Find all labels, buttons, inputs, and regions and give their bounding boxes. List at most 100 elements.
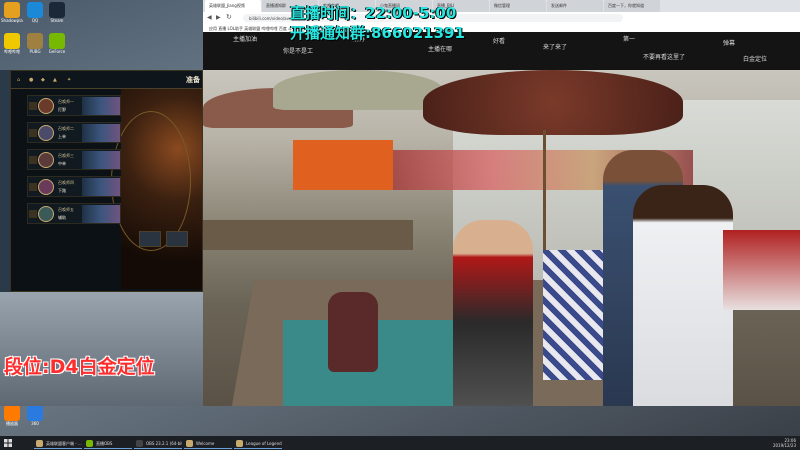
danmu-comment: 不要再看这里了 — [643, 54, 686, 61]
taskbar-item[interactable]: 直播OBS — [84, 437, 132, 449]
app-icon — [49, 2, 65, 18]
taskbar-item[interactable]: Welcome — [184, 437, 232, 449]
orange-hut — [293, 140, 393, 190]
champion-banner — [82, 97, 120, 115]
champion-banner — [82, 205, 120, 223]
forward-icon[interactable]: ▶ — [216, 14, 221, 21]
desktop-shortcut[interactable]: PUBG — [24, 33, 46, 54]
video-player[interactable] — [203, 70, 800, 406]
desktop-shortcut[interactable]: Steam — [46, 2, 68, 23]
home-icon[interactable]: ⌂ — [17, 77, 23, 83]
summoner-avatar — [38, 125, 54, 141]
windows-start-icon[interactable] — [4, 439, 12, 447]
summoner-position: 下路 — [58, 188, 66, 193]
profile-icon[interactable]: ● — [29, 77, 35, 83]
browser-tab[interactable]: 英雄联盟_Jiang视频 — [205, 0, 261, 12]
client-topbar: ⌂ ● ◆ ▲ ✦ 准备 — [11, 71, 202, 89]
summoner-slot[interactable]: 召唤师四 下路 — [27, 176, 121, 197]
taskbar-app-icon — [236, 440, 243, 447]
app-icon — [4, 2, 20, 18]
striped-cloth — [543, 250, 603, 380]
person-red-jacket — [453, 220, 533, 406]
summoner-avatar — [38, 152, 54, 168]
desktop-shortcut[interactable]: QQ — [24, 2, 46, 23]
summoner-slot[interactable]: 召唤师五 辅助 — [27, 203, 121, 224]
browser-tab[interactable]: 百度一下，你就知道 — [604, 0, 660, 12]
back-icon[interactable]: ◀ — [207, 14, 212, 21]
browser-tab[interactable]: 微信管理 — [490, 0, 546, 12]
app-icon — [27, 33, 43, 49]
danmu-comment: 白金定位 — [743, 56, 768, 63]
summoner-avatar — [38, 206, 54, 222]
taskbar-item-label: 直播OBS — [96, 441, 113, 446]
rank-overlay: 段位:D4白金定位 — [4, 356, 155, 378]
app-icon — [49, 33, 65, 49]
taskbar-item-label: OBS 23.2.1 (64-bit) — [146, 441, 182, 446]
role-icon — [29, 210, 37, 218]
summoner-avatar — [38, 98, 54, 114]
shortcut-label: 哔哩哔哩 — [4, 49, 20, 54]
system-clock[interactable]: 23:06 2019/12/23 — [773, 438, 796, 448]
shop-icon[interactable]: ✦ — [67, 77, 73, 83]
right-boats — [723, 230, 800, 310]
summoner-avatar — [38, 179, 54, 195]
taskbar-item-label: 英雄联盟客户端 - ... — [46, 441, 82, 446]
app-icon — [4, 33, 20, 49]
danmu-comment: 主播加油 — [233, 36, 258, 43]
summoner-slot[interactable]: 召唤师一 打野 — [27, 95, 121, 116]
summoner-position: 中单 — [58, 161, 66, 166]
danmu-comment: 你是不是工 — [283, 48, 314, 55]
summoner-name: 召唤师二 — [58, 126, 74, 131]
stream-time-overlay: 直播时间：22:00-5:00 — [290, 4, 457, 22]
danmu-comment: 弹幕 — [723, 40, 736, 47]
lobby-ring — [111, 111, 191, 251]
app-icon — [27, 405, 43, 421]
taskbar-app-icon — [86, 440, 93, 447]
desktop-shortcut[interactable]: GeForce — [46, 33, 68, 54]
summoner-name: 召唤师一 — [58, 99, 74, 104]
collection-icon[interactable]: ◆ — [41, 77, 47, 83]
desktop-shortcut[interactable]: Shadowplay — [1, 2, 23, 23]
skin-tile[interactable] — [166, 231, 188, 247]
desktop-shortcut[interactable]: 哔哩哔哩 — [1, 33, 23, 54]
stream-overlay-panel — [0, 292, 203, 406]
taskbar: 英雄联盟客户端 - ... 直播OBS OBS 23.2.1 (64-bit) Wel… — [0, 436, 800, 450]
desktop-strip — [0, 70, 10, 292]
app-icon — [4, 405, 20, 421]
loot-icon[interactable]: ▲ — [53, 77, 59, 83]
summoner-position: 辅助 — [58, 215, 66, 220]
danmu-comment: 第一 — [623, 36, 636, 43]
umbrella-big — [423, 70, 683, 135]
role-icon — [29, 183, 37, 191]
browser-tab[interactable]: 发送邮件 — [547, 0, 603, 12]
wooden-bench — [203, 220, 413, 250]
lol-client-window[interactable]: ⌂ ● ◆ ▲ ✦ 准备 召唤师一 打野 召唤师二 上单 召唤师三 中单 召唤师四 下路 召唤师… — [10, 70, 203, 314]
summoner-slot[interactable]: 召唤师三 中单 — [27, 149, 121, 170]
summoner-position: 上单 — [58, 134, 66, 139]
danmu-comment: 好看 — [493, 38, 506, 45]
taskbar-item[interactable]: OBS 23.2.1 (64-bit) — [134, 437, 182, 449]
taskbar-item[interactable]: League of Legends — [234, 437, 282, 449]
summoner-name: 召唤师三 — [58, 153, 74, 158]
taskbar-app-icon — [186, 440, 193, 447]
role-icon — [29, 156, 37, 164]
notice-group-overlay: 开播通知群:866021391 — [290, 24, 465, 42]
shortcut-label: QQ — [31, 18, 39, 23]
role-icon — [29, 102, 37, 110]
champion-banner — [82, 151, 120, 169]
summoner-position: 打野 — [58, 107, 66, 112]
skin-tile[interactable] — [139, 231, 161, 247]
app-icon — [27, 2, 43, 18]
person-white-shirt — [633, 185, 733, 406]
shortcut-label: 360 — [31, 421, 39, 426]
desktop-shortcut[interactable]: 360 — [24, 405, 46, 426]
desktop-shortcut[interactable]: 播放器 — [1, 405, 23, 426]
champion-banner — [82, 178, 120, 196]
summoner-slot[interactable]: 召唤师二 上单 — [27, 122, 121, 143]
refresh-icon[interactable]: ↻ — [226, 13, 232, 21]
shortcut-label: Shadowplay — [1, 18, 23, 23]
danmu-comment: 主播在哪 — [428, 46, 453, 53]
clock-date: 2019/12/23 — [772, 443, 796, 448]
taskbar-item[interactable]: 英雄联盟客户端 - ... — [34, 437, 82, 449]
taskbar-item-label: Welcome — [196, 441, 215, 446]
